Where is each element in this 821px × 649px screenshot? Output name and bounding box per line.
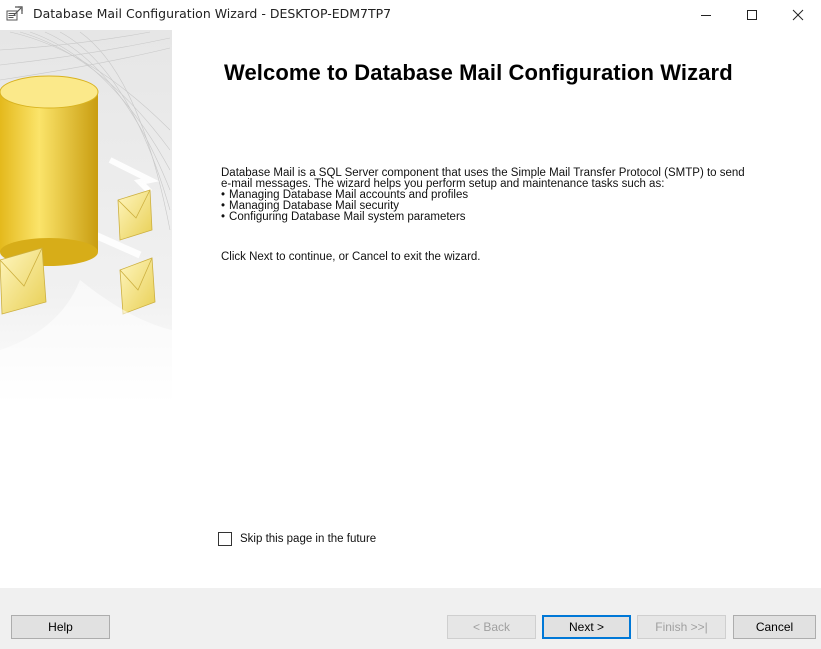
minimize-icon (701, 15, 711, 16)
help-button[interactable]: Help (11, 615, 110, 639)
description: Database Mail is a SQL Server component … (221, 167, 806, 190)
task-list: Managing Database Mail accounts and prof… (221, 189, 468, 223)
instruction-text: Click Next to continue, or Cancel to exi… (221, 251, 481, 263)
skip-page-checkbox[interactable]: Skip this page in the future (218, 532, 376, 546)
title-bar: Database Mail Configuration Wizard - DES… (0, 0, 821, 30)
finish-button[interactable]: Finish >>| (637, 615, 726, 639)
wizard-app-icon (6, 6, 23, 21)
back-button[interactable]: < Back (447, 615, 536, 639)
window-title: Database Mail Configuration Wizard - DES… (33, 6, 392, 21)
wizard-banner-image (0, 30, 172, 410)
close-icon (792, 9, 804, 21)
wizard-footer: Help < Back Next > Finish >>| Cancel (0, 588, 821, 649)
maximize-button[interactable] (729, 0, 775, 30)
skip-page-label: Skip this page in the future (240, 533, 377, 545)
minimize-button[interactable] (683, 0, 729, 30)
cancel-button[interactable]: Cancel (733, 615, 816, 639)
task-item: Configuring Database Mail system paramet… (221, 211, 468, 223)
close-button[interactable] (775, 0, 821, 30)
checkbox-box[interactable] (218, 532, 232, 546)
description-line: e-mail messages. The wizard helps you pe… (221, 177, 665, 190)
maximize-icon (747, 10, 757, 20)
next-button[interactable]: Next > (542, 615, 631, 639)
page-title: Welcome to Database Mail Configuration W… (224, 60, 733, 85)
wizard-window: Database Mail Configuration Wizard - DES… (0, 0, 821, 649)
task-item: Managing Database Mail security (221, 200, 468, 212)
